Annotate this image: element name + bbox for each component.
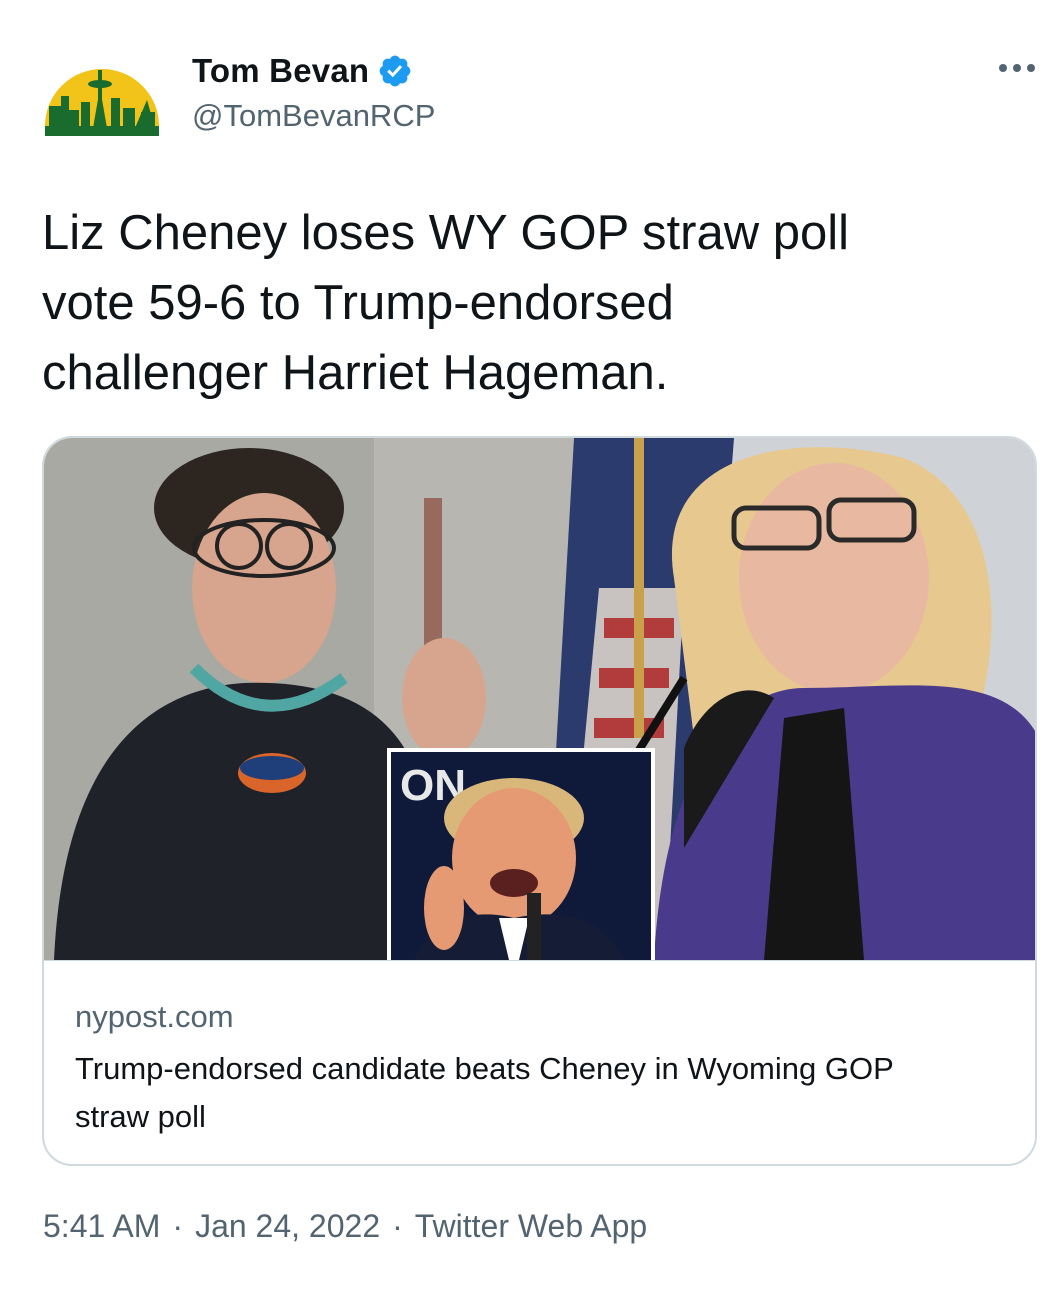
meta-separator: ·	[392, 1208, 403, 1244]
more-options-icon[interactable]	[996, 56, 1038, 80]
tweet-date[interactable]: Jan 24, 2022	[195, 1208, 380, 1245]
tweet-text: Liz Cheney loses WY GOP straw poll vote …	[42, 206, 850, 400]
author-handle[interactable]: @TomBevanRCP	[192, 98, 435, 134]
verified-badge-icon	[379, 55, 411, 87]
card-body: nypost.com Trump-endorsed candidate beat…	[44, 960, 1035, 1164]
card-image: ON	[44, 438, 1035, 960]
tweet-time[interactable]: 5:41 AM	[43, 1208, 160, 1245]
tweet: Tom Bevan @TomBevanRCP Liz Cheney loses …	[0, 0, 1047, 1294]
tweet-source[interactable]: Twitter Web App	[415, 1208, 647, 1245]
tweet-meta: 5:41 AM · Jan 24, 2022 · Twitter Web App	[43, 1208, 647, 1245]
meta-separator: ·	[172, 1208, 184, 1244]
name-row: Tom Bevan	[192, 50, 435, 92]
author-block: Tom Bevan @TomBevanRCP	[192, 50, 435, 134]
avatar[interactable]	[43, 48, 161, 138]
author-display-name[interactable]: Tom Bevan	[192, 52, 369, 90]
card-title: Trump-endorsed candidate beats Cheney in…	[75, 1051, 894, 1134]
card-domain: nypost.com	[75, 999, 234, 1034]
link-card[interactable]: ON nypost.com Trump-endorsed candidate b…	[42, 436, 1037, 1166]
